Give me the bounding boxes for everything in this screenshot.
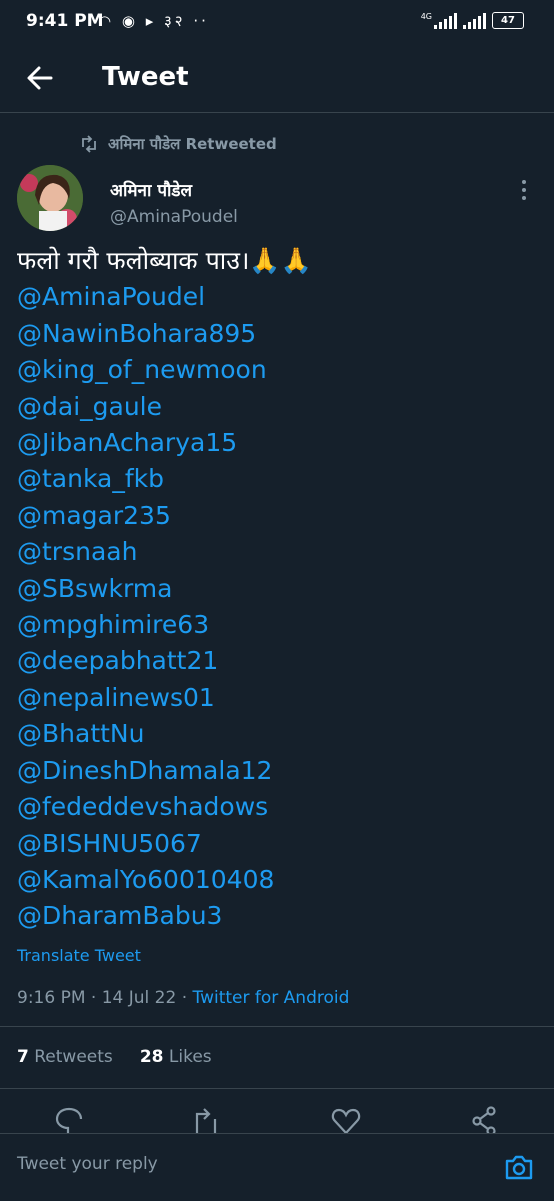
mention-link[interactable]: @tanka_fkb bbox=[17, 461, 537, 497]
reply-icon[interactable] bbox=[54, 1105, 84, 1133]
mention-link[interactable]: @fededdevshadows bbox=[17, 789, 537, 825]
mention-link[interactable]: @AminaPoudel bbox=[17, 279, 537, 315]
signal-icon bbox=[434, 12, 457, 29]
mention-link[interactable]: @KamalYo60010408 bbox=[17, 862, 537, 898]
retweeted-by-label: अमिना पौडेल Retweeted bbox=[108, 135, 277, 153]
reply-bar: Tweet your reply bbox=[0, 1133, 554, 1201]
like-icon[interactable] bbox=[331, 1105, 361, 1133]
mention-link[interactable]: @DharamBabu3 bbox=[17, 898, 537, 934]
status-time: 9:41 PM bbox=[26, 11, 104, 31]
mention-link[interactable]: @king_of_newmoon bbox=[17, 352, 537, 388]
author-name[interactable]: अमिना पौडेल bbox=[110, 178, 192, 201]
retweet-icon bbox=[82, 135, 96, 153]
tweet-stats: 7 Retweets 28 Likes bbox=[17, 1047, 212, 1067]
mention-link[interactable]: @dai_gaule bbox=[17, 389, 537, 425]
tweet-meta: 9:16 PM · 14 Jul 22 · Twitter for Androi… bbox=[17, 988, 349, 1008]
mention-link[interactable]: @DineshDhamala12 bbox=[17, 753, 537, 789]
retweet-context[interactable]: अमिना पौडेल Retweeted bbox=[80, 134, 277, 154]
signal-icon bbox=[463, 12, 486, 29]
status-right: 4G 47 bbox=[421, 12, 524, 29]
notification-icons: ◠ ◉ ▸ ३२ ·· bbox=[98, 12, 209, 30]
likes-count: 28 bbox=[139, 1047, 164, 1067]
avatar[interactable] bbox=[17, 165, 83, 231]
translate-tweet-link[interactable]: Translate Tweet bbox=[17, 946, 141, 965]
mention-link[interactable]: @trsnaah bbox=[17, 534, 537, 570]
likes-label: Likes bbox=[168, 1047, 212, 1067]
tweet-client-link[interactable]: Twitter for Android bbox=[193, 988, 350, 1008]
tweet-actions bbox=[0, 1105, 554, 1133]
tweet-text-line: फलो गरौ फलोब्याक पाउ।🙏🙏 bbox=[17, 246, 312, 275]
mention-link[interactable]: @magar235 bbox=[17, 498, 537, 534]
mention-link[interactable]: @BISHNU5067 bbox=[17, 826, 537, 862]
mention-link[interactable]: @deepabhatt21 bbox=[17, 643, 537, 679]
mention-link[interactable]: @nepalinews01 bbox=[17, 680, 537, 716]
status-bar: 9:41 PM ◠ ◉ ▸ ३२ ·· 4G 47 bbox=[0, 0, 554, 48]
mention-link[interactable]: @NawinBohara895 bbox=[17, 316, 537, 352]
retweets-stat[interactable]: 7 Retweets bbox=[17, 1047, 113, 1067]
mention-link[interactable]: @mpghimire63 bbox=[17, 607, 537, 643]
battery-icon: 47 bbox=[492, 12, 524, 29]
more-options-icon[interactable] bbox=[512, 178, 536, 202]
tweet-text: फलो गरौ फलोब्याक पाउ।🙏🙏 @AminaPoudel @Na… bbox=[17, 243, 537, 935]
mention-link[interactable]: @BhattNu bbox=[17, 716, 537, 752]
network-type: 4G bbox=[420, 12, 432, 21]
tweet-timestamp: 9:16 PM · 14 Jul 22 · bbox=[17, 988, 193, 1008]
mention-link[interactable]: @SBswkrma bbox=[17, 571, 537, 607]
likes-stat[interactable]: 28 Likes bbox=[140, 1047, 212, 1067]
mention-link[interactable]: @JibanAcharya15 bbox=[17, 425, 537, 461]
retweet-icon[interactable] bbox=[190, 1105, 220, 1133]
divider bbox=[0, 1088, 554, 1089]
reply-input[interactable]: Tweet your reply bbox=[17, 1154, 158, 1174]
author-handle[interactable]: @AminaPoudel bbox=[110, 207, 238, 227]
retweets-label: Retweets bbox=[34, 1047, 113, 1067]
share-icon[interactable] bbox=[469, 1105, 499, 1133]
back-arrow-icon[interactable] bbox=[22, 60, 58, 96]
retweets-count: 7 bbox=[17, 1047, 29, 1067]
top-bar: Tweet bbox=[0, 48, 554, 113]
page-title: Tweet bbox=[102, 62, 189, 92]
camera-icon[interactable] bbox=[503, 1151, 535, 1183]
divider bbox=[0, 1026, 554, 1027]
